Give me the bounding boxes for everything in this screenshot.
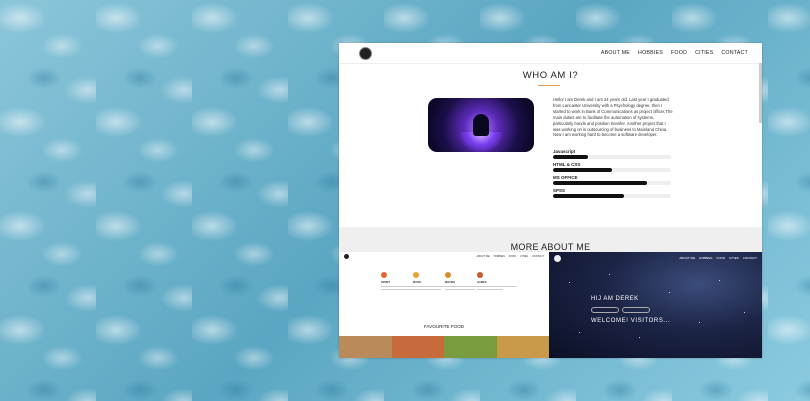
preview-nav-item: ABOUT ME [476, 255, 490, 258]
preview-nav-item: CONTACT [742, 256, 757, 260]
food-photo [496, 336, 549, 358]
preview-nav-item: FOOD [508, 255, 517, 258]
nav-contact[interactable]: CONTACT [721, 50, 748, 56]
hobbies-preview[interactable]: ABOUT ME HOBBIES FOOD CITIES CONTACT SPO… [339, 252, 549, 358]
nav-food[interactable]: FOOD [671, 50, 687, 56]
top-nav: ABOUT ME HOBBIES FOOD CITIES CONTACT [339, 43, 762, 64]
music-icon [413, 272, 419, 278]
skill-bar [553, 181, 671, 185]
skill-name: MS OFFICE [553, 175, 578, 180]
skill-bar [553, 155, 671, 159]
hooded-figure [473, 114, 489, 136]
food-photo [339, 336, 392, 358]
nav-cities[interactable]: CITIES [695, 50, 713, 56]
ball-icon [381, 272, 387, 278]
website-screenshot: ABOUT ME HOBBIES FOOD CITIES CONTACT WHO… [339, 43, 762, 358]
skill-fill [553, 168, 612, 172]
more-title: MORE ABOUT ME [510, 242, 591, 252]
skill-name: Javascript [553, 149, 576, 154]
favourite-food-title: FAVOURITE FOOD [423, 324, 465, 329]
preview-nav-item: HOBBIES [493, 255, 505, 258]
greeting-text: HIJ AM DEREK [591, 296, 639, 302]
gamepad-icon [477, 272, 483, 278]
skills-list: Javascript HTML & CSS MS OFFICE SPSS [553, 149, 671, 201]
bio-text: Hello! I am Derek and I am 24 years old.… [553, 97, 673, 138]
preview-nav: ABOUT ME HOBBIES FOOD CITIES CONTACT [549, 252, 762, 264]
pill-button [622, 307, 650, 313]
preview-nav-item: FOOD [716, 256, 726, 260]
hobby-label: GAMES [477, 281, 487, 284]
preview-nav-item: ABOUT ME [679, 256, 696, 260]
skill-bar [553, 168, 671, 172]
nav-links: ABOUT ME HOBBIES FOOD CITIES CONTACT [601, 50, 748, 56]
skill-fill [553, 194, 624, 198]
welcome-text: WELCOME! VISITORS... [591, 318, 671, 324]
social-pills [591, 307, 650, 313]
preview-nav: ABOUT ME HOBBIES FOOD CITIES CONTACT [339, 252, 549, 261]
pill-button [591, 307, 619, 313]
film-icon [445, 272, 451, 278]
skill-item: SPSS [553, 188, 671, 198]
skill-item: HTML & CSS [553, 162, 671, 172]
hobby-games: GAMES [477, 272, 517, 291]
food-photos [339, 336, 549, 358]
preview-nav-item: CITIES [729, 256, 739, 260]
logo-icon[interactable] [359, 46, 372, 60]
skill-item: Javascript [553, 149, 671, 159]
preview-nav-item: HOBBIES [699, 256, 713, 260]
profile-image [428, 98, 534, 152]
skill-name: SPSS [553, 188, 566, 193]
skill-name: HTML & CSS [553, 162, 581, 167]
preview-nav-item: CONTACT [532, 255, 544, 258]
skill-item: MS OFFICE [553, 175, 671, 185]
preview-logo-icon [344, 254, 349, 259]
preview-logo-icon [554, 254, 561, 262]
skill-fill [553, 181, 648, 185]
section-title: WHO AM I? [522, 70, 579, 81]
food-photo [444, 336, 497, 358]
nav-about-me[interactable]: ABOUT ME [601, 50, 630, 56]
title-underline [538, 85, 560, 86]
preview-nav-item: CITIES [520, 255, 529, 258]
skill-fill [553, 155, 589, 159]
food-photo [391, 336, 444, 358]
skill-bar [553, 194, 671, 198]
nav-hobbies[interactable]: HOBBIES [638, 50, 663, 56]
landing-preview[interactable]: ABOUT ME HOBBIES FOOD CITIES CONTACT HIJ… [549, 252, 762, 358]
